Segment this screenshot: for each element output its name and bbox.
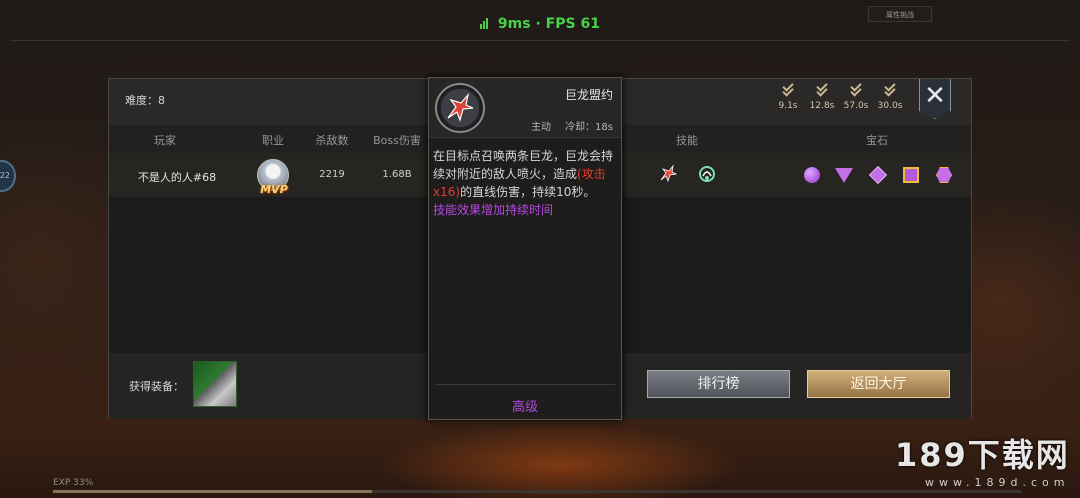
skill-cooldown: 冷却：18s <box>565 122 613 133</box>
desc-upgrade: 技能效果增加持续时间 <box>433 203 554 217</box>
exp-label: EXP 33% <box>53 478 94 488</box>
watermark: 189下载网 www.189d.com <box>895 430 1070 489</box>
purple-hexagon-gem[interactable] <box>936 167 952 183</box>
purple-circle-gem[interactable] <box>804 167 820 183</box>
top-divider <box>10 40 1070 41</box>
skill-description: 在目标点召唤两条巨龙，巨龙会持续对附近的敌人喷火，造成(攻击x16)的直线伤害，… <box>433 147 619 219</box>
boots-equipment-icon[interactable] <box>193 361 237 407</box>
buff-time: 30.0s <box>877 101 903 111</box>
skill-level: 高级 <box>511 400 538 415</box>
exp-fill <box>53 490 373 493</box>
player-name: 不是人的人#68 <box>137 171 217 184</box>
difficulty-label: 难度：8 <box>125 94 165 107</box>
purple-triangle-gem[interactable] <box>835 168 853 183</box>
col-player: 玩家 <box>154 134 176 147</box>
serpent-skill-icon[interactable] <box>696 163 718 185</box>
col-skills: 技能 <box>676 134 698 147</box>
skill-name: 巨龙盟约 <box>564 88 613 102</box>
watermark-title: 189下载网 <box>895 436 1070 474</box>
buff-item[interactable]: 9.1s <box>775 80 801 111</box>
buff-item[interactable]: 12.8s <box>809 80 835 111</box>
buff-time: 9.1s <box>778 101 798 111</box>
rank-chevron-icon <box>850 80 862 97</box>
boss-damage: 1.68B <box>382 169 412 180</box>
return-lobby-button[interactable]: 返回大厅 <box>807 370 950 398</box>
rank-chevron-icon <box>816 80 828 97</box>
col-gems: 宝石 <box>866 134 888 147</box>
purple-square-gem[interactable] <box>903 167 919 183</box>
fps-text: FPS 61 <box>545 16 600 32</box>
desc-duration: 的直线伤害，持续10秒。 <box>460 185 596 199</box>
buff-item[interactable]: 30.0s <box>877 80 903 111</box>
dragon-skill-icon[interactable] <box>657 163 679 185</box>
leaderboard-button[interactable]: 排行榜 <box>647 370 790 398</box>
watermark-url: www.189d.com <box>925 476 1070 489</box>
mvp-badge: MVP <box>260 183 288 196</box>
exp-bar <box>53 490 1021 493</box>
purple-diamond-gem[interactable] <box>868 165 888 185</box>
col-class: 职业 <box>262 134 284 147</box>
buff-list: 9.1s 12.8s 57.0s 30.0s <box>775 80 903 111</box>
status-separator: · <box>535 16 541 32</box>
close-button[interactable]: ✕ <box>919 79 951 119</box>
attribute-challenge-tab[interactable]: 属性挑战 <box>868 6 932 22</box>
skill-tooltip: 巨龙盟约 主动 冷却：18s 在目标点召唤两条巨龙，巨龙会持续对附近的敌人喷火，造… <box>428 77 622 420</box>
dragon-skill-icon <box>435 83 485 133</box>
col-kills: 杀敌数 <box>315 134 349 147</box>
ping-text: 9ms <box>497 16 531 32</box>
rank-chevron-icon <box>884 80 896 97</box>
buff-item[interactable]: 57.0s <box>843 80 869 111</box>
skill-type: 主动 <box>531 122 552 133</box>
rank-chevron-icon <box>782 80 794 97</box>
signal-icon <box>480 17 489 33</box>
skill-meta: 主动 冷却：18s <box>531 118 613 133</box>
col-boss-damage: Boss伤害 <box>373 134 421 147</box>
tooltip-divider <box>435 384 615 385</box>
loot-label: 获得装备： <box>129 380 184 393</box>
buff-time: 12.8s <box>809 101 835 111</box>
tooltip-header: 巨龙盟约 主动 冷却：18s <box>429 78 621 138</box>
buff-time: 57.0s <box>843 101 869 111</box>
kill-count: 2219 <box>319 169 345 180</box>
